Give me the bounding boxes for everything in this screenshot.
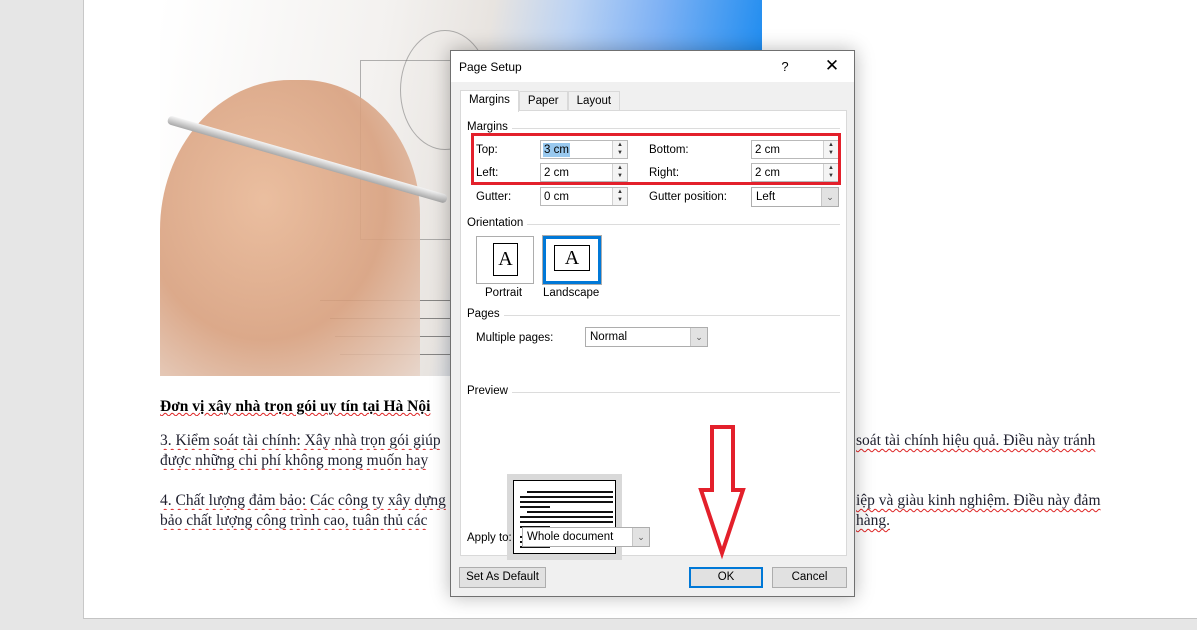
tab-strip: Margins Paper Layout	[460, 90, 621, 112]
portrait-page-icon: A	[493, 243, 518, 276]
paragraph-3-line-2: được những chi phí không mong muốn hay	[160, 452, 429, 469]
spin-up-icon[interactable]: ▲	[613, 164, 627, 172]
spin-down-icon[interactable]: ▼	[613, 172, 627, 180]
paragraph-3-line-1-right: soát tài chính hiệu quả. Điều này tránh	[856, 432, 1096, 449]
landscape-page-icon: A	[554, 245, 590, 271]
left-margin-input[interactable]: 2 cm ▲ ▼	[540, 163, 628, 182]
left-margin-spinner[interactable]: ▲ ▼	[612, 164, 627, 181]
dialog-title: Page Setup	[459, 60, 522, 74]
paragraph-4-line-1-right: iệp và giàu kinh nghiệm. Điều này đảm	[856, 492, 1101, 509]
chevron-down-icon[interactable]: ⌄	[632, 528, 649, 546]
paragraph-4-line-2-right: hàng.	[856, 512, 891, 529]
portrait-label[interactable]: Portrait	[485, 287, 522, 299]
spin-up-icon[interactable]: ▲	[824, 141, 838, 149]
orientation-section-header: Orientation	[467, 217, 840, 231]
spin-up-icon[interactable]: ▲	[613, 141, 627, 149]
margins-section-header: Margins	[467, 121, 840, 135]
paragraph-3-line-1: 3. Kiểm soát tài chính: Xây nhà trọn gói…	[160, 432, 441, 449]
right-margin-spinner[interactable]: ▲ ▼	[823, 164, 838, 181]
paragraph-4-line-1: 4. Chất lượng đảm bảo: Các công ty xây d…	[160, 492, 446, 509]
set-as-default-button[interactable]: Set As Default	[459, 567, 546, 588]
gutter-input[interactable]: 0 cm ▲ ▼	[540, 187, 628, 206]
multiple-pages-select[interactable]: Normal ⌄	[585, 327, 708, 347]
preview-text-line	[520, 516, 613, 518]
margins-section-label: Margins	[467, 121, 512, 133]
pages-section-label: Pages	[467, 308, 504, 320]
margins-tab-panel: Margins Top: 3 cm ▲ ▼ Bottom: 2 cm ▲ ▼ Lef…	[460, 110, 847, 560]
bottom-margin-spinner[interactable]: ▲ ▼	[823, 141, 838, 158]
spin-up-icon[interactable]: ▲	[613, 188, 627, 196]
bottom-margin-label: Bottom:	[649, 144, 689, 156]
gutter-value[interactable]: 0 cm	[543, 190, 570, 204]
page-setup-dialog: Page Setup ? ✕ Margins Paper Layout Marg…	[450, 50, 855, 597]
tab-margins[interactable]: Margins	[460, 90, 519, 112]
preview-text-line	[527, 491, 613, 493]
title-bar[interactable]: Page Setup ? ✕	[451, 51, 854, 82]
tab-paper[interactable]: Paper	[518, 91, 568, 111]
right-margin-value[interactable]: 2 cm	[754, 166, 781, 180]
chevron-down-icon[interactable]: ⌄	[690, 328, 707, 346]
paragraph-4-line-2: bảo chất lượng công trình cao, tuân thủ …	[160, 512, 428, 529]
spin-down-icon[interactable]: ▼	[824, 149, 838, 157]
left-margin-value[interactable]: 2 cm	[543, 166, 570, 180]
help-button[interactable]: ?	[773, 57, 797, 77]
top-margin-input[interactable]: 3 cm ▲ ▼	[540, 140, 628, 159]
spin-down-icon[interactable]: ▼	[613, 196, 627, 204]
preview-text-line	[527, 511, 613, 513]
preview-section-label: Preview	[467, 385, 512, 397]
multiple-pages-value: Normal	[590, 331, 628, 343]
spin-up-icon[interactable]: ▲	[824, 164, 838, 172]
apply-to-select[interactable]: Whole document ⌄	[522, 527, 650, 547]
top-margin-spinner[interactable]: ▲ ▼	[612, 141, 627, 158]
top-margin-value[interactable]: 3 cm	[543, 143, 570, 157]
gutter-position-value: Left	[756, 191, 776, 203]
gutter-position-select[interactable]: Left ⌄	[751, 187, 839, 207]
bottom-margin-value[interactable]: 2 cm	[754, 143, 781, 157]
apply-to-value: Whole document	[527, 531, 614, 543]
right-margin-input[interactable]: 2 cm ▲ ▼	[751, 163, 839, 182]
orientation-section-label: Orientation	[467, 217, 528, 229]
preview-text-line	[520, 506, 550, 508]
top-margin-label: Top:	[476, 144, 498, 156]
bottom-margin-input[interactable]: 2 cm ▲ ▼	[751, 140, 839, 159]
pages-section-header: Pages	[467, 308, 840, 322]
cancel-button[interactable]: Cancel	[772, 567, 847, 588]
chevron-down-icon[interactable]: ⌄	[821, 188, 838, 206]
preview-text-line	[520, 521, 613, 523]
gutter-label: Gutter:	[476, 191, 512, 203]
gutter-position-label: Gutter position:	[649, 191, 727, 203]
document-heading: Đơn vị xây nhà trọn gói uy tín tại Hà Nộ…	[160, 398, 431, 415]
preview-section-header: Preview	[467, 385, 840, 399]
landscape-option[interactable]: A	[542, 235, 602, 285]
spin-down-icon[interactable]: ▼	[613, 149, 627, 157]
tab-layout[interactable]: Layout	[567, 91, 621, 111]
close-icon[interactable]: ✕	[817, 55, 847, 77]
page-preview	[507, 474, 622, 560]
spin-down-icon[interactable]: ▼	[824, 172, 838, 180]
gutter-spinner[interactable]: ▲ ▼	[612, 188, 627, 205]
landscape-label[interactable]: Landscape	[543, 287, 599, 299]
left-margin-label: Left:	[476, 167, 499, 179]
portrait-option[interactable]: A	[476, 236, 534, 284]
multiple-pages-label: Multiple pages:	[476, 332, 554, 344]
ok-button[interactable]: OK	[689, 567, 763, 588]
apply-to-label: Apply to:	[467, 532, 512, 544]
preview-text-line	[520, 501, 613, 503]
preview-text-line	[520, 496, 613, 498]
right-margin-label: Right:	[649, 167, 680, 179]
